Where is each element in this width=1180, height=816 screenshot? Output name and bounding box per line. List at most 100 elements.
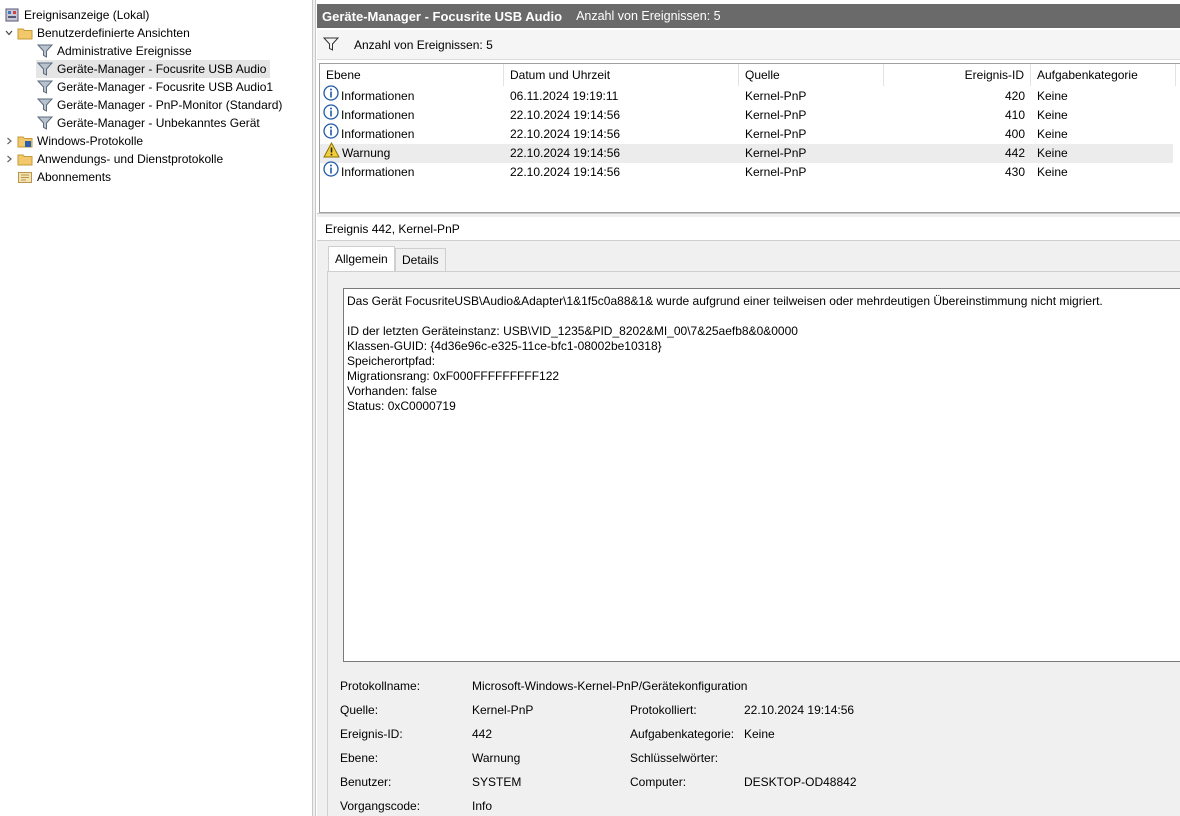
- table-header: Ebene Datum und Uhrzeit Quelle Ereignis-…: [320, 64, 1180, 86]
- message-line: ID der letzten Geräteinstanz: USB\VID_12…: [347, 324, 798, 338]
- table-row[interactable]: Informationen 22.10.2024 19:14:56 Kernel-P…: [320, 104, 1173, 125]
- prop-label: Computer:: [630, 775, 687, 789]
- prop-level: Warnung: [472, 751, 521, 765]
- tree-item-view-selected[interactable]: Geräte-Manager - Focusrite USB Audio: [36, 60, 271, 78]
- tab-content-general: Das Gerät FocusriteUSB\Audio&Adapter\1&1…: [327, 271, 1180, 816]
- event-detail-title: Ereignis 442, Kernel-PnP: [317, 217, 1180, 241]
- chevron-right-icon[interactable]: [2, 132, 16, 150]
- prop-event-id: 442: [472, 727, 493, 741]
- cell-event-id: 430: [1004, 165, 1025, 179]
- column-header-event-id[interactable]: Ereignis-ID: [884, 64, 1031, 86]
- prop-label: Schlüsselwörter:: [630, 751, 719, 765]
- subscriptions-icon: [16, 169, 33, 185]
- cell-level-text: Informationen: [341, 165, 415, 180]
- prop-label: Aufgabenkategorie:: [630, 727, 735, 741]
- event-detail-pane: Ereignis 442, Kernel-PnP Allgemein Detai…: [317, 217, 1180, 816]
- prop-log-name: Microsoft-Windows-Kernel-PnP/Gerätekonfi…: [472, 679, 748, 693]
- cell-source: Kernel-PnP: [745, 89, 807, 103]
- filter-icon: [36, 79, 53, 95]
- column-header-level[interactable]: Ebene: [320, 64, 504, 86]
- table-row[interactable]: Informationen 22.10.2024 19:14:56 Kernel-P…: [320, 161, 1173, 183]
- chevron-down-icon[interactable]: [2, 24, 16, 42]
- tree-item-label: Windows-Protokolle: [37, 134, 144, 148]
- tab-general[interactable]: Allgemein: [328, 246, 395, 272]
- tree-item-label: Geräte-Manager - Focusrite USB Audio1: [57, 80, 274, 94]
- table-row[interactable]: Informationen 22.10.2024 19:14:56 Kernel-P…: [320, 123, 1173, 144]
- cell-level-text: Informationen: [341, 127, 415, 142]
- cell-event-id: 442: [1004, 146, 1025, 160]
- column-header-category[interactable]: Aufgabenkategorie: [1031, 64, 1176, 86]
- cell-level: Informationen: [323, 161, 504, 183]
- filter-count: Anzahl von Ereignissen: 5: [354, 38, 493, 52]
- view-title: Geräte-Manager - Focusrite USB Audio: [322, 8, 563, 24]
- tab-details[interactable]: Details: [395, 248, 446, 272]
- folder-icon: [16, 25, 33, 41]
- cell-source: Kernel-PnP: [745, 165, 807, 179]
- tree-item-label: Geräte-Manager - Unbekanntes Gerät: [57, 116, 260, 130]
- cell-date: 22.10.2024 19:14:56: [510, 127, 621, 141]
- cell-level-text: Warnung: [342, 146, 391, 161]
- tree-item-view[interactable]: Geräte-Manager - PnP-Monitor (Standard): [36, 96, 286, 114]
- prop-label: Protokolliert:: [630, 703, 697, 717]
- cell-category: Keine: [1037, 108, 1068, 122]
- tree-item-view[interactable]: Geräte-Manager - Unbekanntes Gerät: [36, 114, 264, 132]
- cell-source: Kernel-PnP: [745, 108, 807, 122]
- cell-date: 22.10.2024 19:14:56: [510, 108, 621, 122]
- filter-icon: [36, 61, 53, 77]
- cell-category: Keine: [1037, 89, 1068, 103]
- prop-computer: DESKTOP-OD48842: [744, 775, 857, 789]
- prop-user: SYSTEM: [472, 775, 522, 789]
- cell-event-id: 400: [1004, 127, 1025, 141]
- tree-item-view[interactable]: Geräte-Manager - Focusrite USB Audio1: [36, 78, 277, 96]
- cell-category: Keine: [1037, 146, 1068, 160]
- table-row[interactable]: Informationen 06.11.2024 19:19:11 Kernel-P…: [320, 85, 1173, 106]
- event-message[interactable]: Das Gerät FocusriteUSB\Audio&Adapter\1&1…: [343, 288, 1180, 662]
- filter-icon: [36, 97, 53, 113]
- message-line: [347, 309, 1179, 324]
- tree-item-root[interactable]: Ereignisanzeige (Lokal): [3, 6, 153, 24]
- tree-item-view[interactable]: Administrative Ereignisse: [36, 42, 196, 60]
- tree-item-label: Benutzerdefinierte Ansichten: [37, 26, 190, 40]
- column-header-date[interactable]: Datum und Uhrzeit: [504, 64, 739, 86]
- tree-item-custom-views[interactable]: Benutzerdefinierte Ansichten: [2, 24, 194, 42]
- folder-icon: [16, 151, 33, 167]
- prop-label: Ereignis-ID:: [340, 727, 403, 741]
- tree-item-subscriptions[interactable]: Abonnements: [16, 168, 115, 186]
- message-line: Das Gerät FocusriteUSB\Audio&Adapter\1&1…: [347, 294, 1103, 308]
- prop-logged: 22.10.2024 19:14:56: [744, 703, 855, 717]
- prop-opcode: Info: [472, 799, 493, 813]
- prop-label: Protokollname:: [340, 679, 421, 693]
- tree-item-label: Anwendungs- und Dienstprotokolle: [37, 152, 224, 166]
- column-header-source[interactable]: Quelle: [739, 64, 884, 86]
- message-line: Migrationsrang: 0xF000FFFFFFFFF122: [347, 369, 560, 383]
- cell-level-text: Informationen: [341, 108, 415, 123]
- cell-category: Keine: [1037, 165, 1068, 179]
- tree-item-label: Geräte-Manager - Focusrite USB Audio: [57, 62, 267, 76]
- tree-item-app-logs[interactable]: Anwendungs- und Dienstprotokolle: [2, 150, 227, 168]
- prop-source: Kernel-PnP: [472, 703, 534, 717]
- cell-date: 22.10.2024 19:14:56: [510, 146, 621, 160]
- info-icon: [323, 161, 339, 183]
- tree-item-label: Administrative Ereignisse: [57, 44, 192, 58]
- prop-task-category: Keine: [744, 727, 775, 741]
- chevron-right-icon[interactable]: [2, 150, 16, 168]
- navigation-tree: Ereignisanzeige (Lokal) Benutzerdefinier…: [0, 0, 312, 816]
- windows-logs-icon: [16, 133, 33, 149]
- pane-splitter[interactable]: [312, 0, 316, 816]
- tree-item-label: Ereignisanzeige (Lokal): [24, 8, 150, 22]
- events-table: Ebene Datum und Uhrzeit Quelle Ereignis-…: [319, 63, 1180, 213]
- prop-label: Ebene:: [340, 751, 379, 765]
- filter-icon[interactable]: [322, 37, 340, 54]
- view-header: Geräte-Manager - Focusrite USB Audio Anz…: [317, 4, 1180, 28]
- prop-label: Quelle:: [340, 703, 379, 717]
- message-line: Klassen-GUID: {4d36e96c-e325-11ce-bfc1-0…: [347, 339, 662, 353]
- filter-icon: [36, 115, 53, 131]
- tree-item-windows-logs[interactable]: Windows-Protokolle: [2, 132, 147, 150]
- message-line: Speicherortpfad:: [347, 354, 436, 368]
- message-line: Vorhanden: false: [347, 384, 438, 398]
- cell-event-id: 410: [1004, 108, 1025, 122]
- cell-date: 06.11.2024 19:19:11: [510, 89, 619, 103]
- message-line: Status: 0xC0000719: [347, 399, 456, 413]
- filter-bar: Anzahl von Ereignissen: 5: [317, 30, 1180, 60]
- table-row[interactable]: Warnung 22.10.2024 19:14:56 Kernel-PnP 442 K…: [320, 141, 1173, 163]
